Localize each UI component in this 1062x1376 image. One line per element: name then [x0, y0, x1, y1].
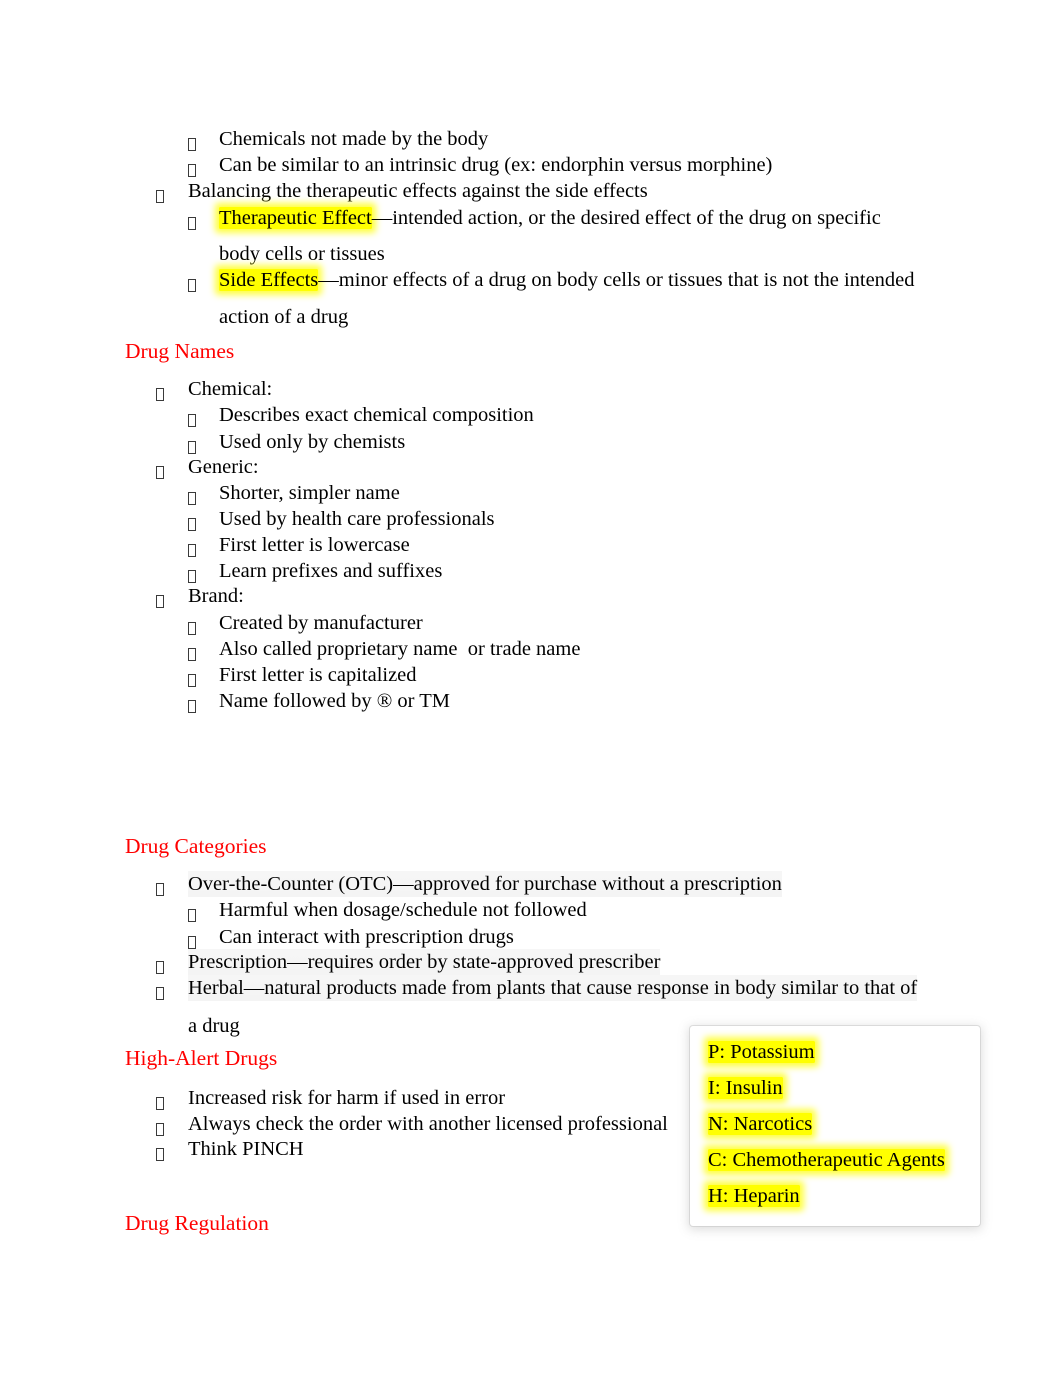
- list-item: Learn prefixes and suffixes: [0, 558, 442, 584]
- list-item: Increased risk for harm if used in error: [0, 1085, 505, 1111]
- list-item-text: Chemical:: [188, 378, 273, 400]
- list-item-text: First letter is lowercase: [219, 534, 410, 556]
- bullet-icon: [188, 272, 196, 298]
- list-item-text: Created by manufacturer: [219, 612, 423, 634]
- list-item-text: Increased risk for harm if used in error: [188, 1087, 506, 1109]
- pinch-callout-box: P: Potassium I: Insulin N: Narcotics C: …: [690, 1026, 980, 1226]
- pinch-item: N: Narcotics: [708, 1113, 813, 1135]
- pinch-item: H: Heparin: [708, 1185, 800, 1207]
- list-item: Can interact with prescription drugs: [0, 924, 514, 950]
- list-item: Can be similar to an intrinsic drug (ex:…: [0, 152, 772, 178]
- list-item-text: Generic:: [188, 456, 259, 478]
- list-item-text: First letter is capitalized: [219, 664, 417, 686]
- list-item-text: Think PINCH: [188, 1138, 304, 1160]
- list-item: Generic:: [0, 454, 259, 480]
- list-item: First letter is capitalized: [0, 662, 417, 688]
- bullet-icon: [188, 693, 196, 719]
- list-item: Shorter, simpler name: [0, 480, 400, 506]
- list-item-rest: —minor effects of a drug on body cells o…: [318, 269, 915, 291]
- list-item-text: Used by health care professionals: [219, 508, 495, 530]
- list-item: Think PINCH: [0, 1136, 304, 1162]
- list-item: Side Effects—minor effects of a drug on …: [0, 267, 915, 293]
- pinch-item-text: I: Insulin: [708, 1077, 783, 1099]
- list-item: Always check the order with another lice…: [0, 1111, 668, 1137]
- document-page: Chemicals not made by the body Can be si…: [0, 0, 1062, 1376]
- list-item: Chemicals not made by the body: [0, 126, 488, 152]
- list-item-text: action of a drug: [219, 306, 349, 328]
- list-item: Therapeutic Effect—intended action, or t…: [0, 205, 881, 231]
- pinch-item-text: P: Potassium: [708, 1041, 815, 1063]
- list-item-text: Therapeutic Effect—intended action, or t…: [219, 205, 881, 231]
- list-item-text: Over-the-Counter (OTC)—approved for purc…: [188, 871, 782, 897]
- list-item-text: Herbal—natural products made from plants…: [188, 975, 918, 1001]
- list-item-text: Can interact with prescription drugs: [219, 926, 514, 948]
- list-item: Describes exact chemical composition: [0, 402, 534, 428]
- list-item-text: Chemicals not made by the body: [219, 128, 489, 150]
- list-item: Prescription—requires order by state-app…: [0, 949, 661, 975]
- list-item-text: Prescription—requires order by state-app…: [188, 949, 661, 975]
- list-item: Over-the-Counter (OTC)—approved for purc…: [0, 871, 782, 897]
- page-title-drug-categories: Drug Categories: [125, 834, 267, 858]
- list-item-text: Also called proprietary name or trade na…: [219, 638, 581, 660]
- list-item-text: Balancing the therapeutic effects agains…: [188, 180, 648, 202]
- page-title-drug-names: Drug Names: [125, 339, 235, 363]
- list-item-text: Used only by chemists: [219, 431, 406, 453]
- list-item-text: Brand:: [188, 585, 244, 607]
- list-item: Herbal—natural products made from plants…: [0, 975, 918, 1001]
- list-item: Name followed by ® or TM: [0, 688, 450, 714]
- page-title-drug-regulation: Drug Regulation: [125, 1211, 269, 1235]
- pinch-item: I: Insulin: [708, 1077, 783, 1099]
- pinch-item-text: C: Chemotherapeutic Agents: [708, 1149, 945, 1171]
- page-title-high-alert-drugs: High-Alert Drugs: [125, 1046, 278, 1070]
- list-item-text: Name followed by ® or TM: [219, 690, 450, 712]
- list-item: Used by health care professionals: [0, 506, 495, 532]
- list-item-text: Describes exact chemical composition: [219, 404, 534, 426]
- highlight-term: Therapeutic Effect: [219, 207, 372, 229]
- list-item: Created by manufacturer: [0, 610, 423, 636]
- list-item: Harmful when dosage/schedule not followe…: [0, 897, 587, 923]
- list-item: First letter is lowercase: [0, 532, 410, 558]
- highlight-term: Side Effects: [219, 269, 319, 291]
- pinch-item: C: Chemotherapeutic Agents: [708, 1149, 945, 1171]
- list-item: Used only by chemists: [0, 429, 405, 455]
- list-item-text: Learn prefixes and suffixes: [219, 560, 443, 582]
- list-item: Balancing the therapeutic effects agains…: [0, 178, 648, 204]
- bullet-icon: [156, 1141, 164, 1167]
- list-item: Also called proprietary name or trade na…: [0, 636, 580, 662]
- list-item-text: body cells or tissues: [219, 243, 385, 265]
- list-item-continuation: action of a drug: [0, 304, 348, 330]
- pinch-item-text: N: Narcotics: [708, 1113, 813, 1135]
- list-item: Brand:: [0, 583, 244, 609]
- list-item-text: Harmful when dosage/schedule not followe…: [219, 899, 587, 921]
- list-item-text: Shorter, simpler name: [219, 482, 400, 504]
- list-item-text: Always check the order with another lice…: [188, 1113, 668, 1135]
- list-item-text: Can be similar to an intrinsic drug (ex:…: [219, 154, 773, 176]
- pinch-item-text: H: Heparin: [708, 1185, 800, 1207]
- list-item-text: a drug: [188, 1015, 240, 1037]
- bullet-icon: [188, 210, 196, 236]
- list-item-continuation: body cells or tissues: [0, 241, 385, 267]
- list-item-continuation: a drug: [0, 1013, 240, 1039]
- bullet-icon: [156, 980, 164, 1006]
- list-item-rest: —intended action, or the desired effect …: [371, 207, 881, 229]
- pinch-item: P: Potassium: [708, 1041, 815, 1063]
- list-item: Chemical:: [0, 376, 272, 402]
- list-item-text: Side Effects—minor effects of a drug on …: [219, 267, 915, 293]
